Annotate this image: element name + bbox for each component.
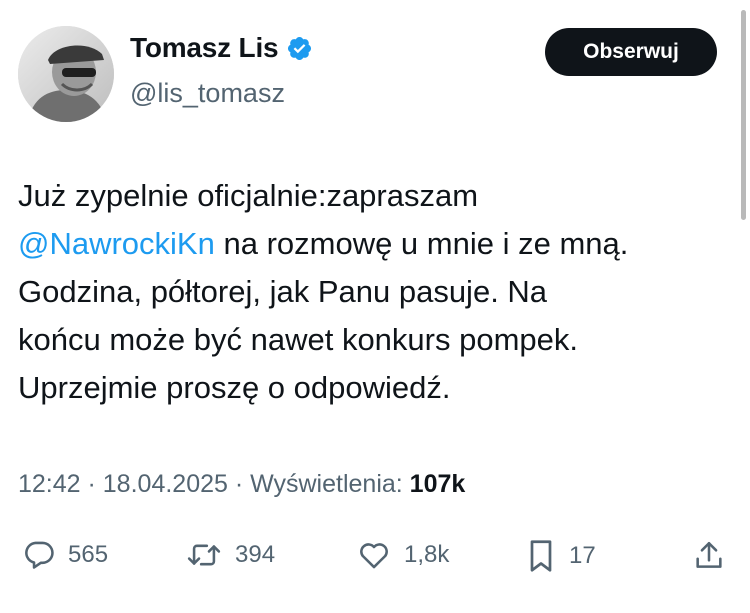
bookmark-icon [525, 538, 557, 574]
heart-icon [356, 538, 392, 572]
tweet-text-segment: końcu może być nawet konkurs pompek. [18, 322, 578, 357]
tweet-line: Godzina, półtorej, jak Panu pasuje. Na [18, 268, 733, 316]
retweet-count: 394 [235, 541, 276, 568]
mention-link[interactable]: @NawrockiKn [18, 226, 215, 261]
share-button[interactable] [692, 538, 726, 574]
reply-count: 565 [68, 541, 109, 568]
like-count: 1,8k [404, 541, 450, 568]
avatar-photo [18, 26, 114, 122]
meta-separator: · [80, 470, 103, 498]
tweet-time[interactable]: 12:42 [18, 470, 81, 498]
author-avatar[interactable] [18, 26, 114, 122]
tweet-text: Już zypelnie oficjalnie:zapraszam @Nawro… [18, 172, 733, 412]
bookmark-count: 17 [569, 542, 596, 569]
verified-badge-icon [286, 35, 313, 62]
tweet-card: Tomasz Lis @lis_tomasz Obserwuj Już zype… [0, 0, 750, 613]
tweet-date[interactable]: 18.04.2025 [103, 470, 228, 498]
author-display-name[interactable]: Tomasz Lis [130, 32, 279, 64]
reply-icon [22, 538, 56, 572]
tweet-text-segment: Już zypelnie oficjalnie:zapraszam [18, 178, 479, 213]
author-name-row: Tomasz Lis [130, 32, 313, 64]
tweet-line: @NawrockiKn na rozmowę u mnie i ze mną. [18, 220, 733, 268]
views-count: 107k [409, 470, 466, 498]
tweet-line: Uprzejmie proszę o odpowiedź. [18, 364, 733, 412]
tweet-actions-bar: 565 394 1,8k 17 [0, 530, 750, 586]
retweet-icon [185, 538, 223, 572]
tweet-line: Już zypelnie oficjalnie:zapraszam [18, 172, 733, 220]
tweet-metadata: 12:42 · 18.04.2025 · Wyświetlenia: 107k [18, 470, 465, 499]
retweet-button[interactable]: 394 [185, 538, 275, 572]
scrollbar[interactable] [741, 10, 746, 220]
reply-button[interactable]: 565 [22, 538, 108, 572]
like-button[interactable]: 1,8k [356, 538, 449, 572]
bookmark-button[interactable]: 17 [525, 538, 596, 574]
author-handle[interactable]: @lis_tomasz [130, 78, 285, 109]
meta-separator: · [227, 470, 251, 498]
share-icon [692, 538, 726, 574]
tweet-text-segment: na rozmowę u mnie i ze mną. [214, 226, 629, 261]
follow-button[interactable]: Obserwuj [545, 28, 717, 76]
tweet-text-segment: Godzina, półtorej, jak Panu pasuje. Na [18, 274, 548, 309]
tweet-text-segment: Uprzejmie proszę o odpowiedź. [18, 370, 451, 405]
views-label: Wyświetlenia: [250, 470, 410, 498]
tweet-line: końcu może być nawet konkurs pompek. [18, 316, 733, 364]
